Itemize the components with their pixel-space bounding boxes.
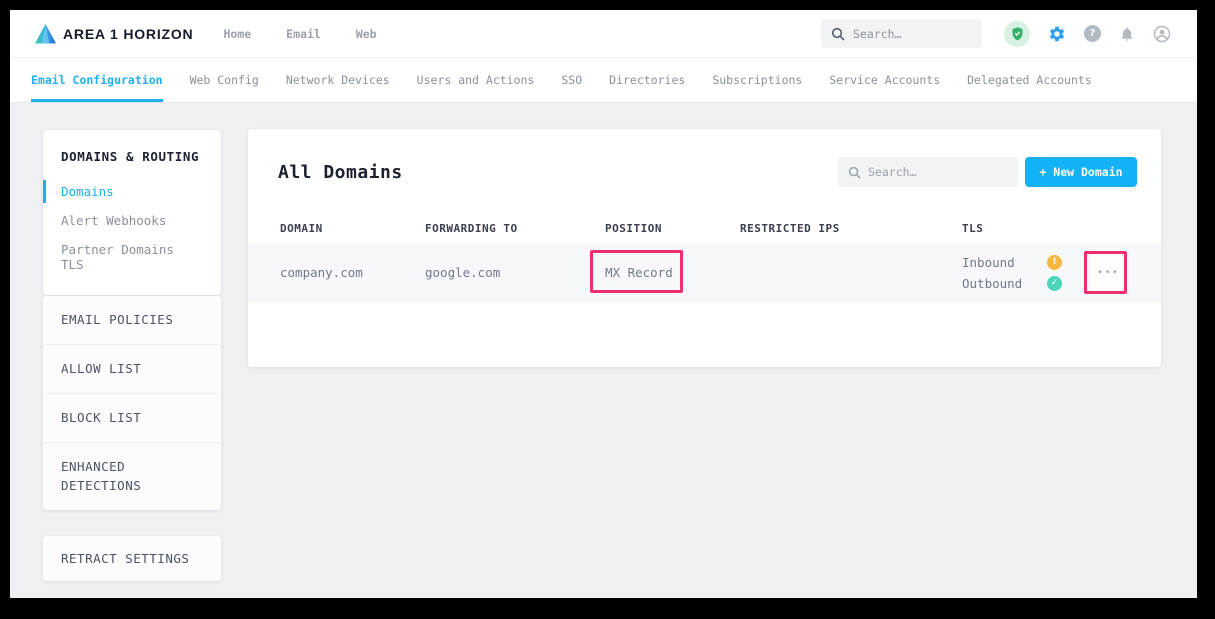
all-domains-card: All Domains + New Domain DOMAIN FORWARDI… [248,129,1161,367]
cell-tls: Inbound ! Outbound ✓ [962,253,1082,293]
top-nav-web[interactable]: Web [356,27,377,41]
config-tabs: Email Configuration Web Config Network D… [10,58,1197,103]
search-icon [831,27,845,41]
cell-forwarding-to: google.com [425,265,605,280]
col-position: POSITION [605,222,740,235]
cell-actions: ••• [1090,254,1137,291]
top-nav-email[interactable]: Email [286,27,321,41]
top-header: AREA 1 HORIZON Home Email Web [10,10,1197,58]
logo-text: AREA 1 HORIZON [63,26,193,42]
page-title: All Domains [278,162,403,183]
sidebar-item-email-policies[interactable]: EMAIL POLICIES [43,296,221,345]
tab-subscriptions[interactable]: Subscriptions [712,58,802,102]
sidebar-sections-card: EMAIL POLICIES ALLOW LIST BLOCK LIST ENH… [43,296,221,510]
col-forwarding-to: FORWARDING TO [425,222,605,235]
header-icons: ? [1004,21,1171,47]
col-tls: TLS [962,222,1082,235]
tab-web-config[interactable]: Web Config [190,58,259,102]
cell-domain: company.com [280,265,425,280]
domains-search[interactable] [838,157,1018,187]
sidebar-item-allow-list[interactable]: ALLOW LIST [43,345,221,394]
logo-triangle-icon [33,22,58,46]
user-icon[interactable] [1153,25,1171,43]
search-icon [848,166,861,179]
tab-service-accounts[interactable]: Service Accounts [829,58,940,102]
cell-position: MX Record [605,265,740,280]
tab-email-configuration[interactable]: Email Configuration [31,58,163,102]
screenshot-root: { "colors": { "accent": "#1fb1ec", "butt… [0,0,1215,619]
row-more-options-button[interactable]: ••• [1090,254,1127,291]
sidebar-domains-routing-list: Domains Alert Webhooks Partner Domains T… [61,177,203,279]
gear-icon[interactable] [1048,25,1066,43]
domains-search-input[interactable] [868,165,1008,179]
sidebar-item-retract-settings[interactable]: RETRACT SETTINGS [43,536,221,581]
col-restricted-ips: RESTRICTED IPS [740,222,962,235]
top-nav: Home Email Web [223,27,376,41]
tab-sso[interactable]: SSO [561,58,582,102]
domains-table-header: DOMAIN FORWARDING TO POSITION RESTRICTED… [248,213,1161,243]
tab-delegated-accounts[interactable]: Delegated Accounts [967,58,1092,102]
check-icon: ✓ [1047,276,1062,291]
tab-users-and-actions[interactable]: Users and Actions [417,58,535,102]
sidebar-item-enhanced-detections[interactable]: ENHANCED DETECTIONS [43,443,221,509]
sidebar-item-domains[interactable]: Domains [61,177,203,206]
page-body: DOMAINS & ROUTING Domains Alert Webhooks… [10,103,1197,598]
top-nav-home[interactable]: Home [223,27,251,41]
new-domain-button[interactable]: + New Domain [1025,157,1137,187]
all-domains-header: All Domains + New Domain [248,129,1161,187]
sidebar-section-title: DOMAINS & ROUTING [61,149,203,164]
tls-inbound-label: Inbound [962,253,1015,272]
global-search[interactable] [821,19,982,48]
shield-check-icon[interactable] [1004,21,1030,47]
tab-network-devices[interactable]: Network Devices [286,58,390,102]
sidebar-item-partner-domains-tls[interactable]: Partner Domains TLS [61,235,203,279]
app-window: AREA 1 HORIZON Home Email Web [10,10,1197,598]
warning-icon: ! [1047,255,1062,270]
sidebar-item-alert-webhooks[interactable]: Alert Webhooks [61,206,203,235]
tls-outbound: Outbound ✓ [962,274,1082,293]
tls-inbound: Inbound ! [962,253,1082,272]
sidebar-domains-routing-card: DOMAINS & ROUTING Domains Alert Webhooks… [43,130,221,295]
bell-icon[interactable] [1119,26,1135,42]
global-search-input[interactable] [853,27,972,41]
sidebar-item-block-list[interactable]: BLOCK LIST [43,394,221,443]
help-icon[interactable]: ? [1084,25,1101,42]
col-domain: DOMAIN [280,222,425,235]
table-row[interactable]: company.com google.com MX Record Inbound… [248,243,1161,302]
tls-outbound-label: Outbound [962,274,1022,293]
logo[interactable]: AREA 1 HORIZON [33,22,193,46]
tab-directories[interactable]: Directories [609,58,685,102]
